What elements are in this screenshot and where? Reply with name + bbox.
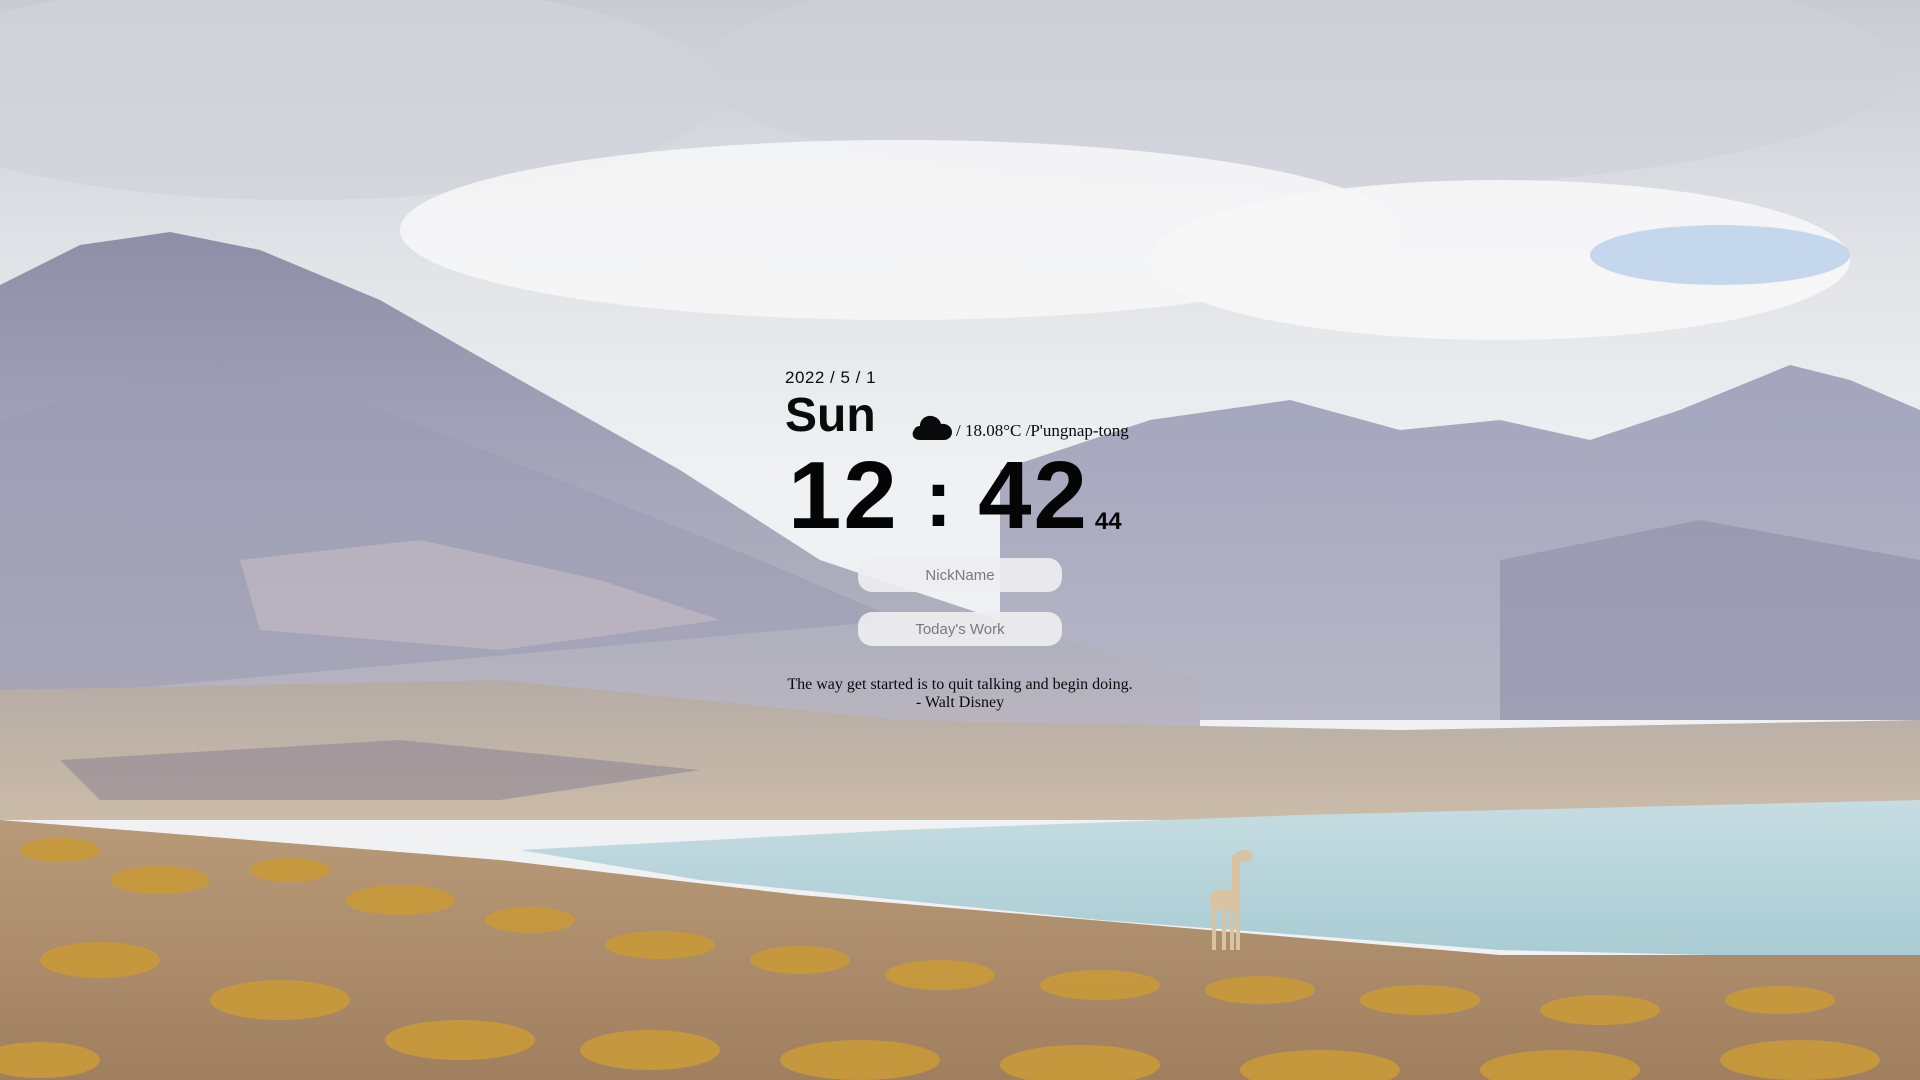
- weekday-label: Sun: [785, 389, 876, 442]
- quote-text: The way get started is to quit talking a…: [787, 676, 1133, 693]
- clock: 12 : 42 44: [788, 448, 1122, 544]
- quote-author: - Walt Disney: [915, 694, 1005, 711]
- weather-text: / 18.08°C /P'ungnap-tong: [956, 421, 1129, 440]
- quote-block: The way get started is to quit talking a…: [660, 676, 1260, 712]
- clock-separator: :: [924, 453, 953, 544]
- momentum-start-page: 2022 / 5 / 1 Sun / 18.08°C /P'ungnap-ton…: [0, 0, 1920, 1080]
- dashboard-widget: 2022 / 5 / 1 Sun / 18.08°C /P'ungnap-ton…: [0, 0, 1920, 1080]
- clock-minutes: 42: [978, 442, 1089, 549]
- cloud-icon: [912, 415, 952, 440]
- weather-info: / 18.08°C /P'ungnap-tong: [910, 410, 1129, 442]
- date-label: 2022 / 5 / 1: [785, 368, 877, 387]
- todays-work-input[interactable]: [858, 612, 1062, 646]
- clock-hours: 12: [788, 442, 899, 549]
- nickname-input[interactable]: [858, 558, 1062, 592]
- clock-seconds: 44: [1094, 508, 1122, 535]
